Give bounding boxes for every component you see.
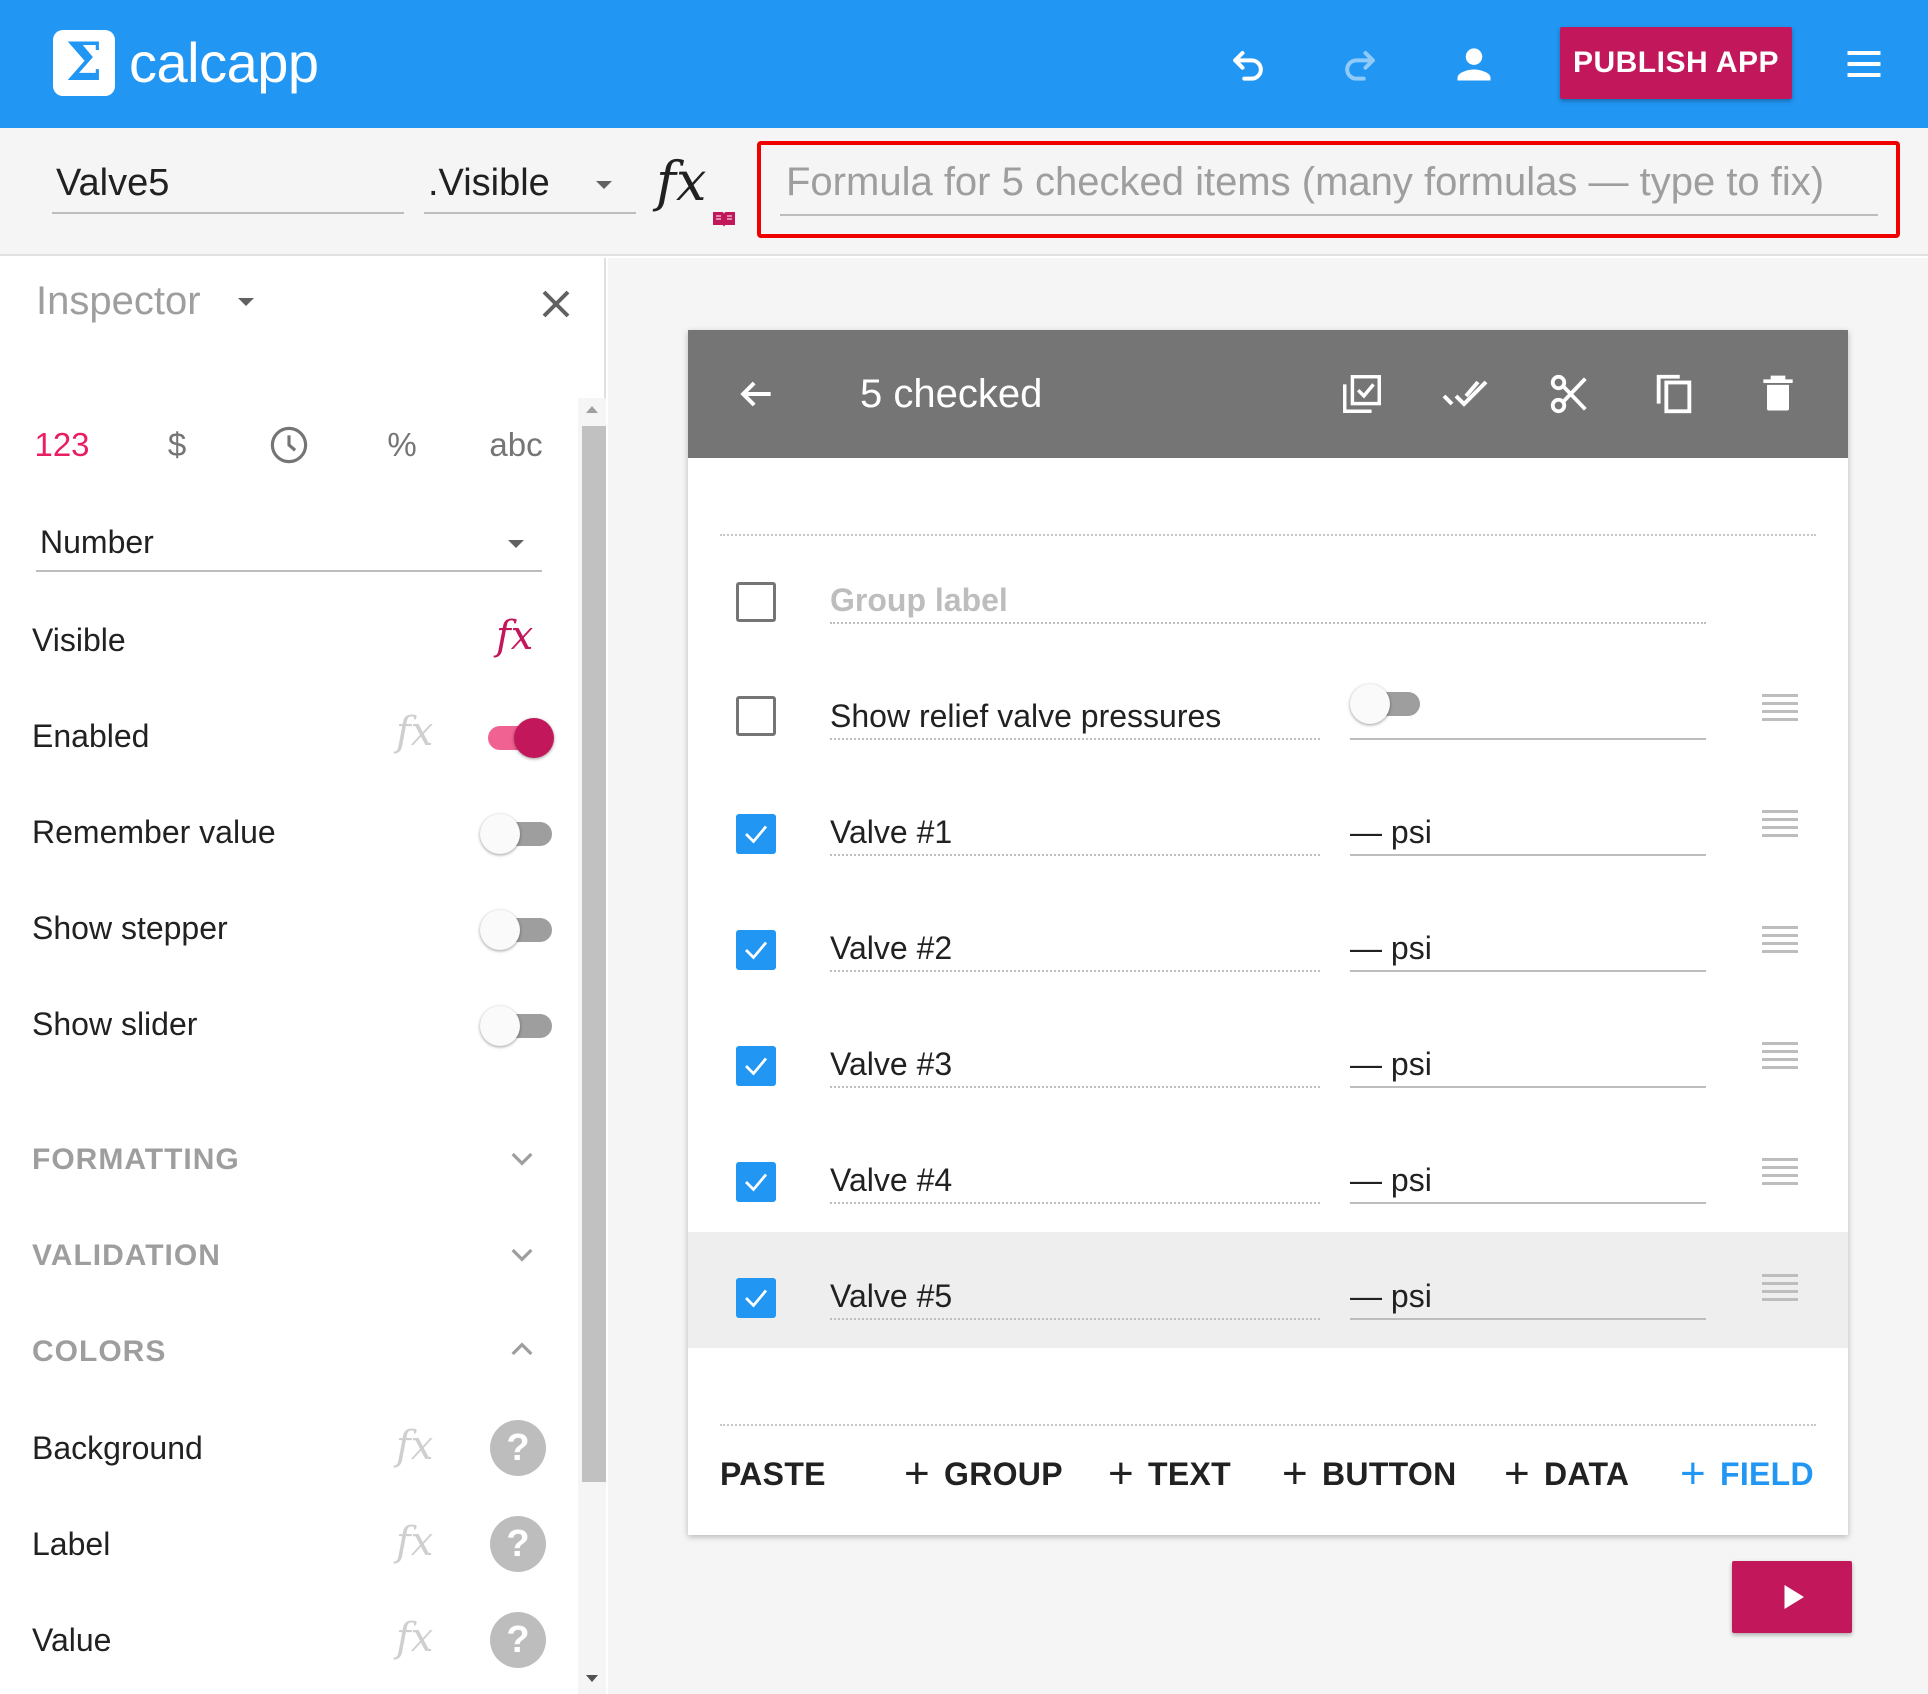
background-label: Background <box>32 1430 203 1466</box>
drag-handle-icon[interactable] <box>1762 1158 1798 1188</box>
scissors-icon[interactable] <box>1542 366 1598 422</box>
row-checkbox[interactable] <box>736 930 776 970</box>
drag-handle-icon[interactable] <box>1762 926 1798 956</box>
copy-icon[interactable] <box>1646 366 1702 422</box>
paste-button[interactable]: PASTE <box>720 1450 826 1498</box>
validation-section[interactable]: VALIDATION <box>32 1234 221 1278</box>
scroll-up-icon[interactable] <box>586 406 598 413</box>
value-color-label: Value <box>32 1622 112 1658</box>
publish-app-button[interactable]: PUBLISH APP <box>1560 27 1792 99</box>
chevron-up-icon[interactable] <box>506 1334 538 1366</box>
plus-icon: + <box>1108 1449 1134 1498</box>
visible-label: Visible <box>32 622 126 658</box>
delete-icon[interactable] <box>1750 366 1806 422</box>
double-check-icon[interactable] <box>1438 366 1494 422</box>
field-value <box>1350 694 1706 740</box>
field-value[interactable]: — psi <box>1350 1158 1706 1204</box>
drag-handle-icon[interactable] <box>1762 694 1798 724</box>
add-group-button[interactable]: + GROUP <box>904 1450 1063 1498</box>
chevron-down-icon[interactable] <box>506 1238 538 1270</box>
drag-handle-icon[interactable] <box>1762 1274 1798 1304</box>
book-icon <box>712 210 736 228</box>
show-slider-label: Show slider <box>32 1006 198 1042</box>
back-arrow-icon[interactable] <box>728 366 784 422</box>
formatting-section[interactable]: FORMATTING <box>32 1138 240 1182</box>
label-fx-icon[interactable]: fx <box>396 1520 433 1564</box>
run-preview-button[interactable] <box>1732 1561 1852 1633</box>
select-all-icon[interactable] <box>1334 366 1390 422</box>
chevron-down-icon[interactable] <box>506 1142 538 1174</box>
row-checkbox[interactable] <box>736 814 776 854</box>
remember-value-label: Remember value <box>32 814 276 850</box>
row-checkbox[interactable] <box>736 1162 776 1202</box>
plus-icon: + <box>1504 1449 1530 1498</box>
drag-handle-icon[interactable] <box>1762 1042 1798 1072</box>
inspector-panel <box>0 258 606 1694</box>
show-stepper-label: Show stepper <box>32 910 228 946</box>
colors-section[interactable]: COLORS <box>32 1330 166 1374</box>
field-label[interactable]: Valve #3 <box>830 1042 1320 1088</box>
field-label[interactable]: Show relief valve pressures <box>830 694 1320 740</box>
close-icon[interactable] <box>532 280 580 328</box>
help-icon[interactable]: ? <box>490 1420 546 1476</box>
inspector-title[interactable]: Inspector <box>36 276 201 326</box>
enabled-label: Enabled <box>32 718 150 754</box>
group-checkbox[interactable] <box>736 582 776 622</box>
menu-icon[interactable] <box>1832 32 1896 96</box>
plus-icon: + <box>1282 1449 1308 1498</box>
visible-fx-icon[interactable]: fx <box>496 614 533 658</box>
show-stepper-toggle[interactable] <box>480 908 552 950</box>
field-label[interactable]: Valve #2 <box>830 926 1320 972</box>
type-tab-currency[interactable]: $ <box>152 420 202 470</box>
calcapp-logo-icon: Σ <box>53 30 115 96</box>
group-label-field[interactable]: Group label <box>830 578 1706 624</box>
field-value[interactable]: — psi <box>1350 810 1706 856</box>
dropdown-arrow-icon <box>596 181 612 189</box>
redo-icon[interactable] <box>1328 32 1392 96</box>
dropdown-arrow-icon <box>508 540 524 548</box>
show-slider-toggle[interactable] <box>480 1004 552 1046</box>
account-icon[interactable] <box>1442 32 1506 96</box>
row-checkbox[interactable] <box>736 696 776 736</box>
type-tab-text[interactable]: abc <box>484 420 548 470</box>
play-icon <box>1784 1585 1804 1609</box>
remember-value-toggle[interactable] <box>480 812 552 854</box>
clock-icon[interactable] <box>266 420 312 470</box>
add-field-button[interactable]: + FIELD <box>1680 1450 1814 1498</box>
help-icon[interactable]: ? <box>490 1516 546 1572</box>
add-data-button[interactable]: + DATA <box>1504 1450 1629 1498</box>
row-checkbox[interactable] <box>736 1046 776 1086</box>
help-icon[interactable]: ? <box>490 1612 546 1668</box>
inspector-dropdown-icon[interactable] <box>238 298 254 306</box>
plus-icon: + <box>904 1449 930 1498</box>
item-name-field[interactable]: Valve5 <box>52 158 404 214</box>
scrollbar-thumb[interactable] <box>582 426 606 1482</box>
field-value[interactable]: — psi <box>1350 1274 1706 1320</box>
type-tab-percent[interactable]: % <box>382 420 422 470</box>
label-color-label: Label <box>32 1526 111 1562</box>
field-value[interactable]: — psi <box>1350 926 1706 972</box>
row-checkbox[interactable] <box>736 1278 776 1318</box>
background-fx-icon[interactable]: fx <box>396 1424 433 1468</box>
add-text-button[interactable]: + TEXT <box>1108 1450 1231 1498</box>
enabled-fx-icon[interactable]: fx <box>396 710 433 754</box>
undo-icon[interactable] <box>1216 32 1280 96</box>
add-button-button[interactable]: + BUTTON <box>1282 1450 1457 1498</box>
divider <box>720 534 1816 536</box>
app-name: calcapp <box>129 31 319 94</box>
field-value[interactable]: — psi <box>1350 1042 1706 1088</box>
selection-count: 5 checked <box>860 372 1043 416</box>
type-tab-number[interactable]: 123 <box>32 420 92 470</box>
value-fx-icon[interactable]: fx <box>396 1616 433 1660</box>
drag-handle-icon[interactable] <box>1762 810 1798 840</box>
scroll-down-icon[interactable] <box>586 1675 598 1682</box>
divider <box>720 1424 1816 1426</box>
plus-icon: + <box>1680 1449 1706 1498</box>
field-label[interactable]: Valve #1 <box>830 810 1320 856</box>
enabled-toggle[interactable] <box>480 716 554 758</box>
field-label[interactable]: Valve #4 <box>830 1158 1320 1204</box>
formula-input[interactable]: Formula for 5 checked items (many formul… <box>780 156 1878 216</box>
field-label[interactable]: Valve #5 <box>830 1274 1320 1320</box>
number-type-select[interactable]: Number <box>36 516 542 572</box>
